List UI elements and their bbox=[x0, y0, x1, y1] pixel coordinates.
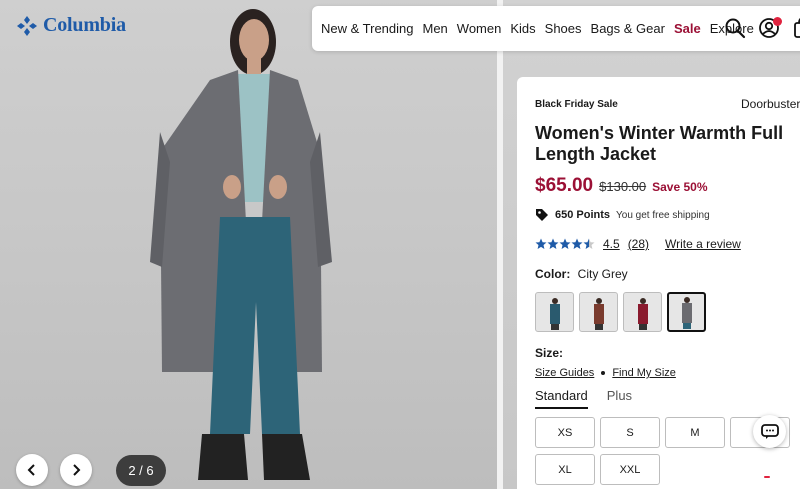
color-value: City Grey bbox=[577, 267, 628, 281]
rewards-row: 650 Points You get free shipping bbox=[535, 208, 800, 222]
nav-kids[interactable]: Kids bbox=[510, 21, 535, 36]
size-xl-button[interactable]: XL bbox=[535, 454, 595, 485]
swatch-brown[interactable] bbox=[579, 292, 618, 332]
nav-men[interactable]: Men bbox=[423, 21, 448, 36]
original-price: $130.00 bbox=[599, 179, 647, 194]
points-value: 650 Points bbox=[555, 209, 611, 221]
swatch-burgundy[interactable] bbox=[623, 292, 662, 332]
page: Columbia New & Trending Men Women Kids S… bbox=[0, 0, 800, 489]
tab-standard[interactable]: Standard bbox=[535, 388, 588, 409]
columbia-diamond-icon bbox=[17, 15, 37, 36]
tag-icon bbox=[536, 209, 548, 221]
size-links: Size Guides Find My Size bbox=[535, 367, 800, 379]
nav-sale[interactable]: Sale bbox=[674, 21, 701, 36]
size-m-button[interactable]: M bbox=[665, 417, 725, 448]
review-count-link[interactable]: (28) bbox=[628, 237, 649, 251]
shipping-note: You get free shipping bbox=[616, 209, 710, 221]
size-xxl-button[interactable]: XXL bbox=[600, 454, 660, 485]
star-rating bbox=[535, 238, 595, 250]
image-counter: 2 / 6 bbox=[116, 455, 166, 486]
fit-tabs: Standard Plus bbox=[535, 388, 800, 409]
nav-women[interactable]: Women bbox=[457, 21, 502, 36]
swatch-model-icon bbox=[637, 298, 648, 330]
save-percent: Save 50% bbox=[652, 180, 708, 194]
color-row: Color: City Grey bbox=[535, 267, 800, 281]
chat-icon bbox=[760, 423, 779, 439]
product-title: Women's Winter Warmth Full Length Jacket bbox=[535, 123, 784, 164]
cart-icon[interactable] bbox=[792, 17, 800, 39]
model-illustration bbox=[150, 9, 332, 480]
write-review-link[interactable]: Write a review bbox=[665, 237, 741, 251]
chat-button[interactable] bbox=[753, 415, 786, 448]
nav-new-trending[interactable]: New & Trending bbox=[321, 21, 414, 36]
color-label: Color: bbox=[535, 267, 571, 281]
size-s-button[interactable]: S bbox=[600, 417, 660, 448]
price-row: $65.00 $130.00 Save 50% bbox=[535, 175, 800, 197]
size-label: Size: bbox=[535, 346, 564, 360]
notification-badge bbox=[773, 17, 782, 26]
size-xs-button[interactable]: XS bbox=[535, 417, 595, 448]
separator-dot bbox=[601, 371, 606, 375]
chevron-left-icon bbox=[27, 464, 35, 476]
rating-value-link[interactable]: 4.5 bbox=[603, 237, 620, 251]
size-guides-link[interactable]: Size Guides bbox=[535, 367, 594, 379]
swatch-city-grey-selected[interactable] bbox=[667, 292, 706, 332]
rating-row: 4.5 (28) Write a review bbox=[535, 237, 800, 251]
chevron-right-icon bbox=[73, 464, 81, 476]
nav-bags-gear[interactable]: Bags & Gear bbox=[591, 21, 665, 36]
swatch-model-icon bbox=[593, 298, 604, 330]
find-my-size-link[interactable]: Find My Size bbox=[612, 367, 676, 379]
swatch-model-icon bbox=[549, 298, 560, 330]
color-swatches bbox=[535, 292, 800, 332]
tab-plus[interactable]: Plus bbox=[607, 388, 632, 409]
overlay-tag bbox=[764, 476, 770, 478]
swatch-teal[interactable] bbox=[535, 292, 574, 332]
prev-image-button[interactable] bbox=[16, 454, 48, 486]
nav-shoes[interactable]: Shoes bbox=[545, 21, 582, 36]
doorbuster-label: Doorbuster bbox=[741, 97, 800, 111]
main-nav: New & Trending Men Women Kids Shoes Bags… bbox=[312, 6, 800, 51]
stars-icon bbox=[535, 238, 595, 249]
brand-logo[interactable]: Columbia bbox=[16, 14, 126, 37]
swatch-model-icon bbox=[681, 297, 692, 329]
brand-name: Columbia bbox=[43, 14, 126, 36]
search-icon[interactable] bbox=[724, 17, 746, 39]
next-image-button[interactable] bbox=[60, 454, 92, 486]
sale-price: $65.00 bbox=[535, 175, 594, 196]
promo-label: Black Friday Sale bbox=[535, 99, 618, 110]
